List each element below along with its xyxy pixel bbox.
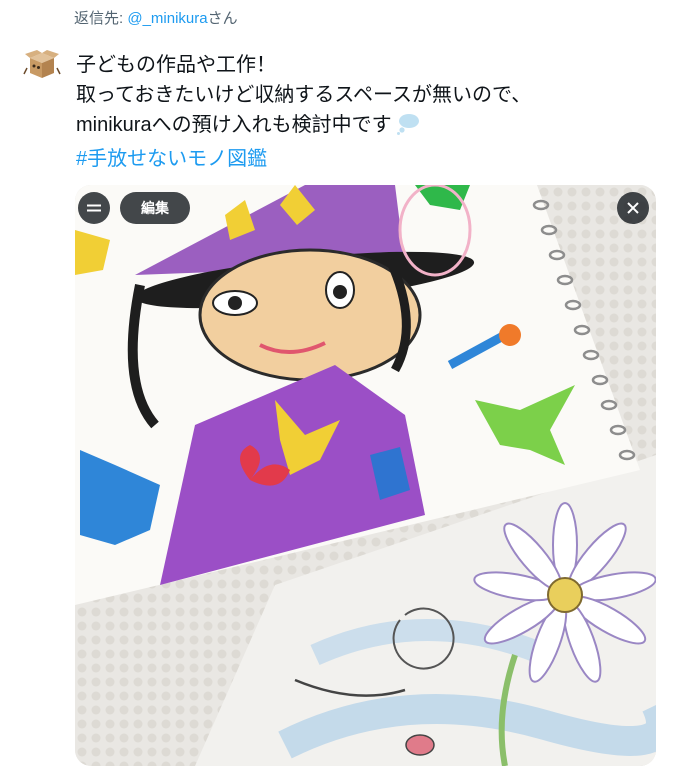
drag-handle-button[interactable] [78, 192, 110, 224]
tweet-line-3-text: minikuraへの預け入れも検討中です [76, 114, 392, 136]
attached-image[interactable] [75, 185, 656, 766]
close-icon [627, 202, 639, 214]
tweet-line-3: minikuraへの預け入れも検討中です [76, 110, 656, 144]
remove-image-button[interactable] [617, 192, 649, 224]
tweet-line-2: 取っておきたいけど収納するスペースが無いので、 [76, 84, 532, 106]
reply-suffix: さん [207, 10, 238, 27]
reply-to-line: 返信先: @_minikuraさん [74, 7, 238, 28]
drag-handle-icon [87, 204, 101, 212]
reply-handle-link[interactable]: @_minikura [127, 10, 207, 27]
thought-bubble-icon [396, 113, 420, 144]
reply-prefix: 返信先: [74, 10, 128, 27]
tweet-text: 子どもの作品や工作！ 取っておきたいけど収納するスペースが無いので、 minik… [76, 50, 656, 174]
hashtag-link[interactable]: #手放せないモノ図鑑 [76, 144, 656, 174]
edit-button[interactable]: 編集 [120, 192, 190, 224]
box-character-icon [23, 50, 61, 78]
tweet-line-1: 子どもの作品や工作！ [76, 54, 276, 76]
avatar[interactable] [22, 44, 62, 84]
child-drawing-photo [75, 185, 656, 766]
